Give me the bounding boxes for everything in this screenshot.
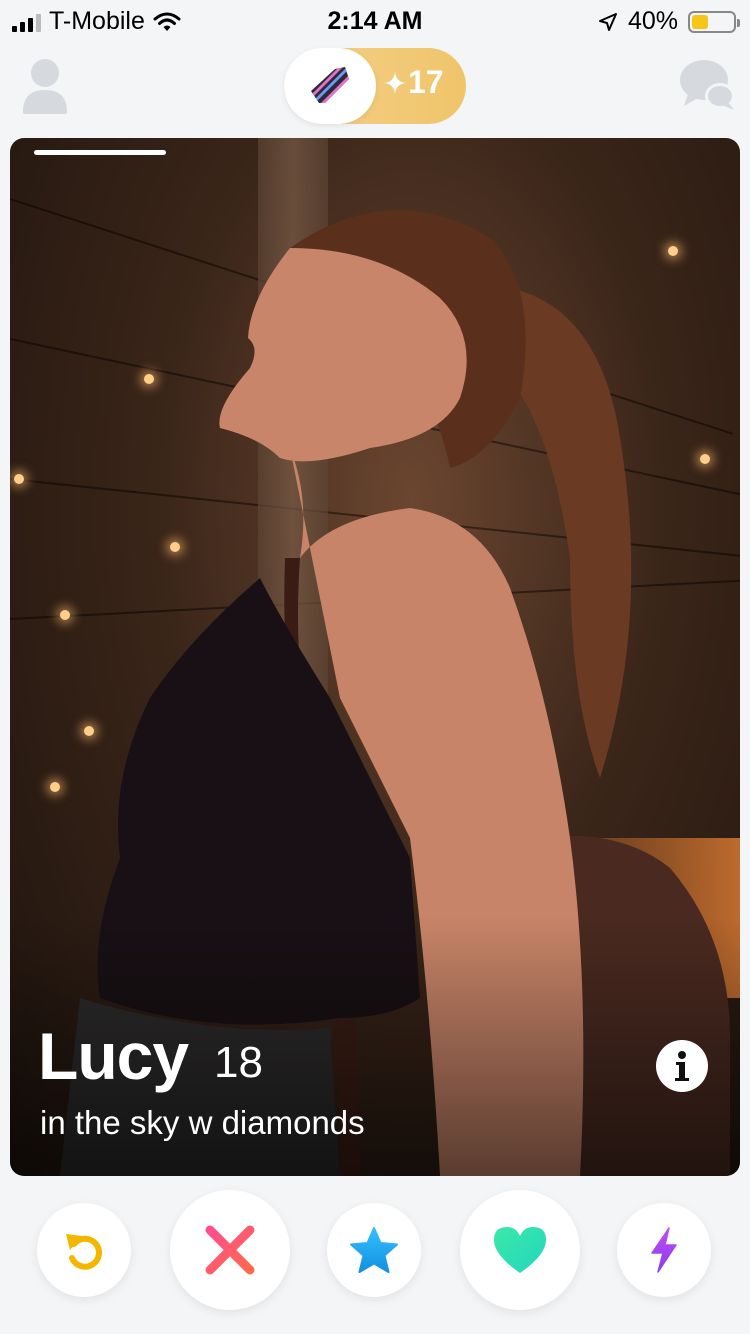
battery-icon bbox=[688, 10, 740, 33]
top-nav: 17 bbox=[0, 40, 750, 135]
lightning-icon bbox=[651, 1227, 677, 1273]
rewind-icon bbox=[66, 1234, 102, 1270]
chat-button[interactable] bbox=[678, 58, 738, 114]
gold-likes-count: 17 bbox=[384, 64, 444, 101]
boost-button[interactable] bbox=[617, 1203, 711, 1297]
rewind-button[interactable] bbox=[37, 1203, 131, 1297]
super-like-button[interactable] bbox=[327, 1203, 421, 1297]
profile-button[interactable] bbox=[20, 56, 70, 114]
like-button[interactable] bbox=[460, 1190, 580, 1310]
profile-name: Lucy bbox=[38, 1019, 189, 1093]
tinder-gold-logo-icon bbox=[311, 67, 349, 103]
star-icon bbox=[350, 1227, 398, 1273]
profile-info-button[interactable] bbox=[656, 1040, 708, 1092]
status-bar-right: 40% bbox=[598, 7, 740, 36]
tinder-gold-pill[interactable]: 17 bbox=[284, 48, 466, 124]
profile-age: 18 bbox=[214, 1038, 263, 1087]
profile-bio: in the sky w diamonds bbox=[40, 1104, 365, 1141]
heart-icon bbox=[494, 1227, 546, 1273]
battery-fill bbox=[692, 14, 708, 29]
close-icon bbox=[205, 1225, 255, 1275]
nope-button[interactable] bbox=[170, 1190, 290, 1310]
profile-icon bbox=[23, 59, 67, 114]
chat-bubbles-icon bbox=[680, 60, 735, 110]
profile-card[interactable]: Lucy 18 in the sky w diamonds bbox=[10, 138, 740, 1176]
gold-count-label: 17 bbox=[408, 64, 444, 100]
photo-progress-indicator bbox=[34, 150, 166, 155]
battery-percent: 40% bbox=[627, 7, 678, 35]
tinder-gold-logo-button[interactable] bbox=[284, 48, 376, 124]
info-icon bbox=[675, 1051, 689, 1081]
sparkle-icon bbox=[384, 71, 406, 94]
status-bar: T-Mobile 2:14 AM 40% bbox=[0, 0, 750, 40]
location-arrow-icon bbox=[598, 12, 617, 31]
